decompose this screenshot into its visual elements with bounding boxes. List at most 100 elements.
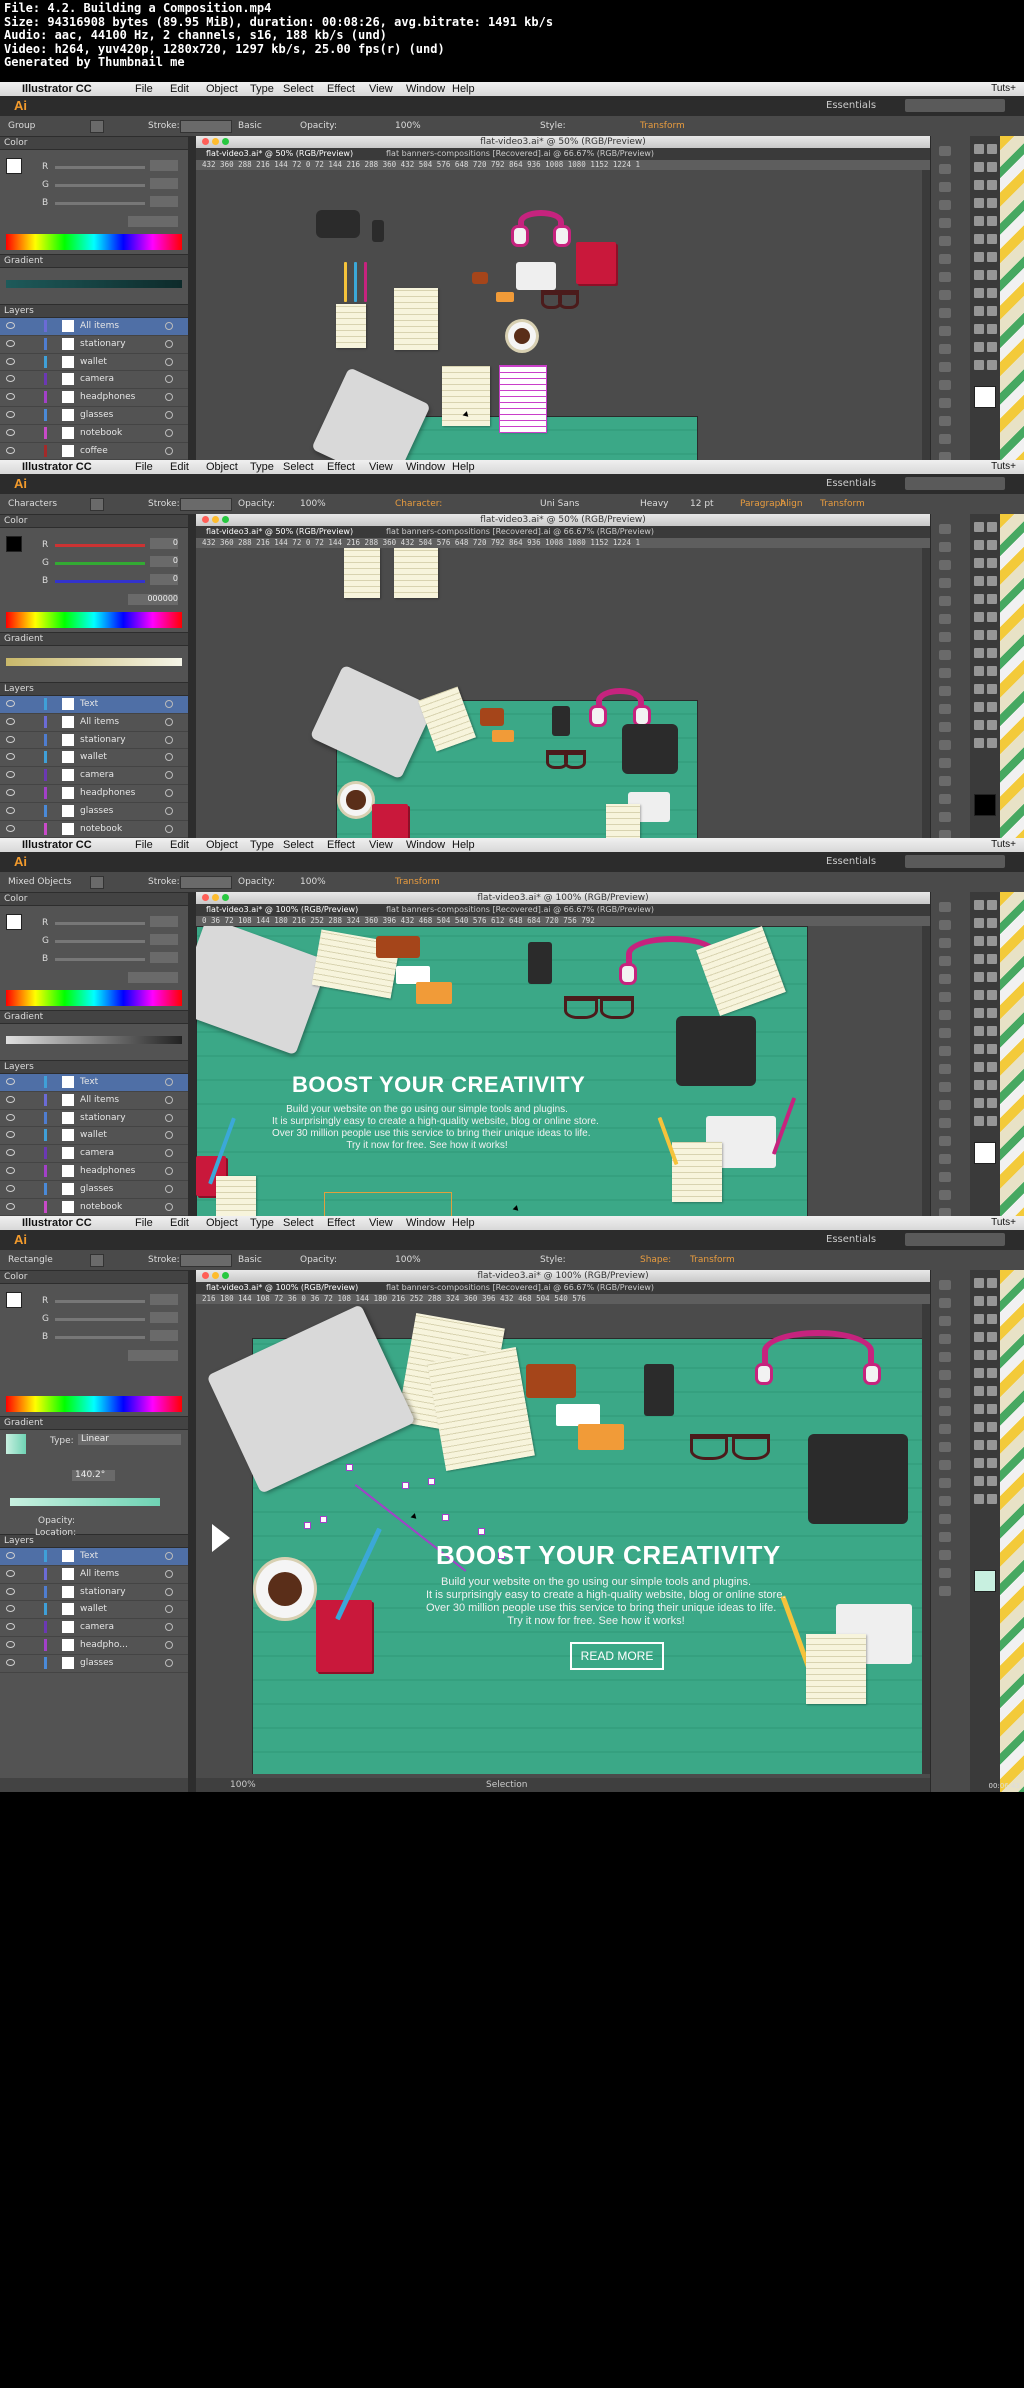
visibility-eye-icon[interactable]	[6, 428, 15, 436]
layer-row[interactable]: headphones	[0, 389, 188, 407]
panel-icon[interactable]	[939, 1028, 951, 1038]
layer-row[interactable]: notebook	[0, 1199, 188, 1217]
visibility-eye-icon[interactable]	[6, 771, 15, 779]
layer-target-icon[interactable]	[165, 1113, 173, 1122]
color-slider-track[interactable]	[55, 580, 145, 583]
tool-icon[interactable]	[974, 936, 984, 946]
minimize-window-button[interactable]	[212, 516, 219, 523]
tool-icon[interactable]	[987, 1350, 997, 1360]
panel-icon[interactable]	[939, 1370, 951, 1380]
menu-help[interactable]: Help	[452, 83, 475, 95]
control-item[interactable]: Style:	[540, 121, 566, 131]
menu-object[interactable]: Object	[206, 839, 238, 851]
banner-read-more-button[interactable]: READ MORE	[570, 1642, 664, 1670]
control-item[interactable]: 12 pt	[690, 499, 714, 509]
stroke-weight-field[interactable]	[180, 1254, 232, 1267]
tool-icon[interactable]	[974, 954, 984, 964]
fill-stroke-widget[interactable]	[974, 794, 996, 816]
layer-row[interactable]: camera	[0, 767, 188, 785]
workspace-switcher[interactable]: Essentials	[826, 856, 876, 867]
tool-icon[interactable]	[987, 1062, 997, 1072]
zoom-window-button[interactable]	[222, 894, 229, 901]
layer-row[interactable]: headpho...	[0, 1637, 188, 1655]
tool-icon[interactable]	[974, 594, 984, 604]
layer-target-icon[interactable]	[165, 717, 173, 726]
visibility-eye-icon[interactable]	[6, 1078, 15, 1085]
control-item[interactable]: Transform	[690, 1255, 735, 1265]
tool-icon[interactable]	[987, 576, 997, 586]
layer-row[interactable]: glasses	[0, 407, 188, 425]
color-value-field[interactable]: 0	[150, 538, 178, 549]
layer-target-icon[interactable]	[165, 1078, 173, 1086]
tool-icon[interactable]	[974, 720, 984, 730]
tab-inactive[interactable]: flat banners-compositions [Recovered].ai…	[386, 526, 654, 538]
menu-object[interactable]: Object	[206, 1217, 238, 1229]
panel-icon[interactable]	[939, 974, 951, 984]
color-slider-track[interactable]	[55, 1336, 145, 1339]
layer-target-icon[interactable]	[165, 446, 173, 455]
tool-icon[interactable]	[974, 1098, 984, 1108]
zoom-window-button[interactable]	[222, 516, 229, 523]
panel-icon[interactable]	[939, 218, 951, 228]
tab-inactive[interactable]: flat banners-compositions [Recovered].ai…	[386, 904, 654, 916]
menu-help[interactable]: Help	[452, 1217, 475, 1229]
layer-target-icon[interactable]	[165, 1569, 173, 1578]
color-slider-track[interactable]	[55, 562, 145, 565]
panel-icon[interactable]	[939, 794, 951, 804]
tool-icon[interactable]	[987, 1494, 997, 1504]
tool-icon[interactable]	[974, 324, 984, 334]
tool-icon[interactable]	[974, 684, 984, 694]
panel-icon[interactable]	[939, 1586, 951, 1596]
tool-icon[interactable]	[987, 558, 997, 568]
panel-icon[interactable]	[939, 704, 951, 714]
color-value-field[interactable]: 0	[150, 574, 178, 585]
panel-icon[interactable]	[939, 182, 951, 192]
color-value-field[interactable]	[150, 916, 178, 927]
tool-icon[interactable]	[987, 360, 997, 370]
color-slider-track[interactable]	[55, 922, 145, 925]
tool-icon[interactable]	[987, 342, 997, 352]
tool-icon[interactable]	[987, 900, 997, 910]
panel-icon[interactable]	[939, 668, 951, 678]
path-anchor-point[interactable]	[346, 1464, 353, 1471]
visibility-eye-icon[interactable]	[6, 1552, 15, 1559]
control-item[interactable]: Stroke:	[148, 877, 180, 887]
panel-icon[interactable]	[939, 200, 951, 210]
tool-icon[interactable]	[987, 306, 997, 316]
menu-select[interactable]: Select	[283, 839, 314, 851]
control-item[interactable]: Stroke:	[148, 121, 180, 131]
control-item[interactable]: 100%	[300, 499, 326, 509]
fill-swatch[interactable]	[90, 498, 104, 511]
layer-target-icon[interactable]	[165, 410, 173, 419]
panel-icon[interactable]	[939, 596, 951, 606]
menu-view[interactable]: View	[369, 1217, 393, 1229]
layer-target-icon[interactable]	[165, 357, 173, 366]
panel-icon[interactable]	[939, 1010, 951, 1020]
path-anchor-point[interactable]	[320, 1516, 327, 1523]
stroke-weight-field[interactable]	[180, 876, 232, 889]
panel-icon[interactable]	[939, 308, 951, 318]
menu-file[interactable]: File	[135, 83, 153, 95]
panel-icon[interactable]	[939, 380, 951, 390]
tab-active[interactable]: flat-video3.ai* @ 50% (RGB/Preview)	[206, 148, 353, 160]
color-slider-track[interactable]	[55, 940, 145, 943]
panel-icon[interactable]	[939, 902, 951, 912]
layer-target-icon[interactable]	[165, 1166, 173, 1175]
tool-icon[interactable]	[974, 144, 984, 154]
visibility-eye-icon[interactable]	[6, 357, 15, 365]
layer-target-icon[interactable]	[165, 1149, 173, 1158]
panel-icon[interactable]	[939, 740, 951, 750]
layer-target-icon[interactable]	[165, 753, 173, 762]
control-item[interactable]: Transform	[820, 499, 865, 509]
fill-stroke-swatch[interactable]	[6, 536, 22, 552]
tool-icon[interactable]	[974, 648, 984, 658]
visibility-eye-icon[interactable]	[6, 717, 15, 725]
color-value-field[interactable]	[150, 952, 178, 963]
tool-icon[interactable]	[987, 1026, 997, 1036]
tool-icon[interactable]	[974, 342, 984, 352]
tool-icon[interactable]	[974, 666, 984, 676]
tool-icon[interactable]	[987, 990, 997, 1000]
tool-icon[interactable]	[987, 936, 997, 946]
tool-icon[interactable]	[974, 1278, 984, 1288]
tool-icon[interactable]	[987, 594, 997, 604]
